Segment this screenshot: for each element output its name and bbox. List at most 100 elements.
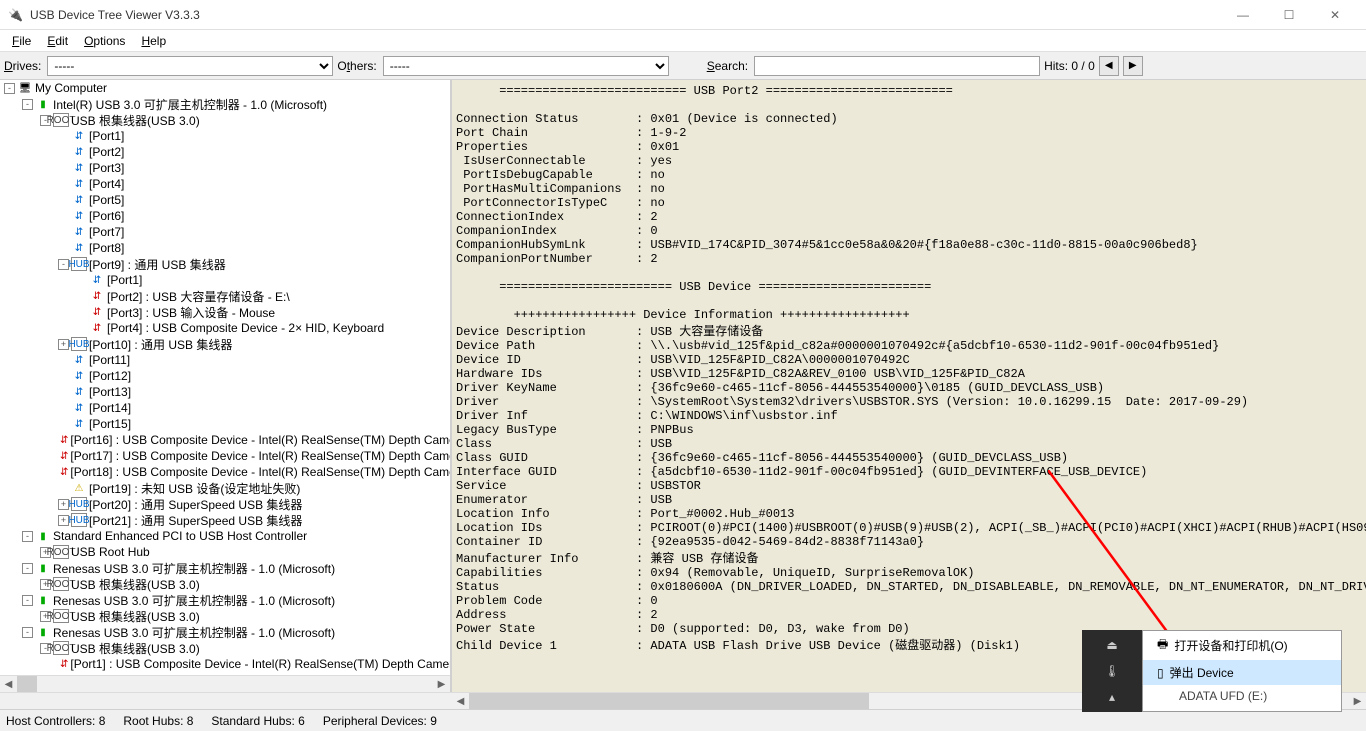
tree-node[interactable]: [Port1] : USB Composite Device - Intel(R… [0, 656, 450, 672]
dev-icon [60, 433, 68, 447]
tree-node[interactable]: [Port16] : USB Composite Device - Intel(… [0, 432, 450, 448]
tree-label: [Port21] : 通用 SuperSpeed USB 集线器 [89, 512, 302, 529]
tree-label: [Port3] [89, 161, 124, 175]
drives-select[interactable]: ----- [47, 56, 333, 76]
tree-node[interactable]: [Port19] : 未知 USB 设备(设定地址失败) [0, 480, 450, 496]
next-hit-button[interactable]: ▶ [1123, 56, 1143, 76]
tree-node[interactable]: [Port3] : USB 输入设备 - Mouse [0, 304, 450, 320]
tree-node[interactable]: +USB 根集线器(USB 3.0) [0, 608, 450, 624]
menu-file[interactable]: File [4, 32, 39, 50]
maximize-button[interactable]: ☐ [1266, 0, 1312, 30]
tree-node[interactable]: [Port1] [0, 128, 450, 144]
tree-label: My Computer [35, 81, 107, 95]
tree-label: [Port7] [89, 225, 124, 239]
expander[interactable]: + [58, 515, 69, 526]
tree-node[interactable]: -[Port9] : 通用 USB 集线器 [0, 256, 450, 272]
others-select[interactable]: ----- [383, 56, 669, 76]
tree-node[interactable]: [Port12] [0, 368, 450, 384]
tree-label: Renesas USB 3.0 可扩展主机控制器 - 1.0 (Microsof… [53, 560, 335, 577]
expander[interactable]: - [22, 531, 33, 542]
tree-node[interactable]: -USB 根集线器(USB 3.0) [0, 112, 450, 128]
tree-node[interactable]: [Port13] [0, 384, 450, 400]
expander[interactable]: + [58, 339, 69, 350]
tree-node[interactable]: - Renesas USB 3.0 可扩展主机控制器 - 1.0 (Microso… [0, 624, 450, 640]
tree-node[interactable]: [Port5] [0, 192, 450, 208]
tree-node[interactable]: -Intel(R) USB 3.0 可扩展主机控制器 - 1.0 (Micros… [0, 96, 450, 112]
detail-pane[interactable]: ========================== USB Port2 ===… [452, 80, 1366, 692]
hits-text: Hits: 0 / 0 [1044, 59, 1095, 73]
tree-node[interactable]: [Port15] [0, 416, 450, 432]
expander [58, 243, 69, 254]
expander [58, 387, 69, 398]
menu-options[interactable]: Options [76, 32, 133, 50]
tree-hscrollbar[interactable]: ◀▶ [0, 675, 450, 692]
expander[interactable]: - [22, 627, 33, 638]
tree-node[interactable]: +USB 根集线器(USB 3.0) [0, 576, 450, 592]
tree-node[interactable]: [Port1] [0, 272, 450, 288]
tree-node[interactable]: - My Computer [0, 80, 450, 96]
search-input[interactable] [754, 56, 1040, 76]
tree-node[interactable]: [Port7] [0, 224, 450, 240]
tree-label: [Port4] [89, 177, 124, 191]
menu-help[interactable]: Help [133, 32, 174, 50]
open-devices-printers-item[interactable]: 🖶 打开设备和打印机(O) [1143, 631, 1341, 660]
dev-icon [89, 305, 105, 319]
tree-node[interactable]: -Standard Enhanced PCI to USB Host Contr… [0, 528, 450, 544]
port-icon [71, 401, 87, 415]
tree-label: USB Root Hub [71, 545, 150, 559]
hub-icon [71, 337, 87, 351]
tree-node[interactable]: +[Port20] : 通用 SuperSpeed USB 集线器 [0, 496, 450, 512]
prev-hit-button[interactable]: ◀ [1099, 56, 1119, 76]
tree-node[interactable]: [Port4] : USB Composite Device - 2× HID,… [0, 320, 450, 336]
status-host-controllers: Host Controllers: 8 [6, 714, 105, 728]
expander [58, 483, 69, 494]
drives-label: Drives: [4, 59, 41, 73]
hub-icon [71, 513, 87, 527]
tree-label: [Port14] [89, 401, 131, 415]
printer-icon: 🖶 [1157, 635, 1168, 656]
tree-node[interactable]: [Port4] [0, 176, 450, 192]
tree-node[interactable]: - Renesas USB 3.0 可扩展主机控制器 - 1.0 (Microso… [0, 592, 450, 608]
safely-remove-popup: ⏏ 🌡 ▴ 🖶 打开设备和打印机(O) ▯ 弹出 Device ADATA UF… [1082, 630, 1342, 712]
eject-device-item[interactable]: ▯ 弹出 Device [1143, 660, 1341, 685]
expander[interactable]: - [22, 595, 33, 606]
tree-node[interactable]: [Port17] : USB Composite Device - Intel(… [0, 448, 450, 464]
tree-node[interactable]: [Port6] [0, 208, 450, 224]
device-tree[interactable]: -My Computer-Intel(R) USB 3.0 可扩展主机控制器 -… [0, 80, 452, 692]
expander[interactable]: - [22, 563, 33, 574]
tree-node[interactable]: [Port2] [0, 144, 450, 160]
tree-node[interactable]: +USB Root Hub [0, 544, 450, 560]
tree-label: Renesas USB 3.0 可扩展主机控制器 - 1.0 (Microsof… [53, 592, 335, 609]
port-icon [71, 241, 87, 255]
expander [58, 163, 69, 174]
tree-node[interactable]: [Port14] [0, 400, 450, 416]
thermometer-icon[interactable]: 🌡 [1104, 664, 1119, 678]
port-icon [71, 385, 87, 399]
close-button[interactable]: ✕ [1312, 0, 1358, 30]
expander[interactable]: - [58, 259, 69, 270]
expander[interactable]: - [22, 99, 33, 110]
tree-label: [Port17] : USB Composite Device - Intel(… [70, 449, 452, 463]
expander[interactable]: + [58, 499, 69, 510]
tree-node[interactable]: [Port3] [0, 160, 450, 176]
tree-node[interactable]: + [Port21] : 通用 SuperSpeed USB 集线器 [0, 512, 450, 528]
tree-node[interactable]: -USB 根集线器(USB 3.0) [0, 640, 450, 656]
menu-edit[interactable]: Edit [39, 32, 76, 50]
tree-node[interactable]: [Port18] : USB Composite Device - Intel(… [0, 464, 450, 480]
tree-node[interactable]: [Port8] [0, 240, 450, 256]
tree-label: [Port5] [89, 193, 124, 207]
window-title: USB Device Tree Viewer V3.3.3 [30, 8, 1220, 22]
eject-tray-icon[interactable]: ⏏ [1106, 638, 1117, 652]
expander[interactable]: - [4, 83, 15, 94]
tree-node[interactable]: [Port11] [0, 352, 450, 368]
expand-tray-icon[interactable]: ▴ [1109, 690, 1115, 704]
root-icon [53, 609, 69, 623]
tree-node[interactable]: +[Port10] : 通用 USB 集线器 [0, 336, 450, 352]
tree-label: Renesas USB 3.0 可扩展主机控制器 - 1.0 (Microsof… [53, 624, 335, 641]
tree-node[interactable]: [Port2] : USB 大容量存储设备 - E:\ [0, 288, 450, 304]
tree-node[interactable]: - Renesas USB 3.0 可扩展主机控制器 - 1.0 (Microso… [0, 560, 450, 576]
tree-label: [Port13] [89, 385, 131, 399]
port-icon [71, 129, 87, 143]
eject-drive-subitem[interactable]: ADATA UFD (E:) [1143, 685, 1341, 707]
minimize-button[interactable]: — [1220, 0, 1266, 30]
